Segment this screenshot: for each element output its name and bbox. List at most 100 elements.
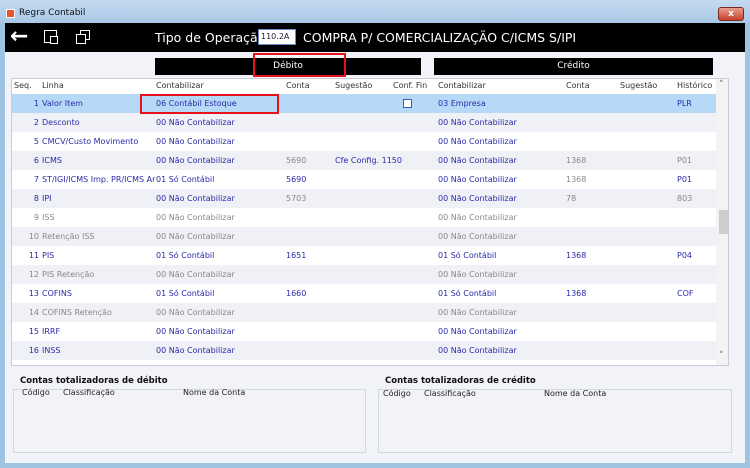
col-credito-conta[interactable]: Conta [566, 81, 590, 90]
col-contabilizar[interactable]: Contabilizar [156, 81, 204, 90]
window-title: Regra Contabil [19, 8, 86, 18]
col-sugestao[interactable]: Sugestão [335, 81, 372, 90]
contabilizar-cell: 00 Não Contabilizar [156, 118, 235, 127]
linha-cell: COFINS Retenção [42, 308, 112, 317]
contabilizar-cell: 00 Não Contabilizar [156, 270, 235, 279]
conf-fin-checkbox[interactable] [403, 99, 412, 108]
sugestao-cell: Cfe Config. 1150 [335, 156, 402, 165]
table-row[interactable]: 5 CMCV/Custo Movimento 00 Não Contabilizar… [12, 132, 716, 151]
seq-cell: 5 [33, 137, 39, 146]
table-row[interactable]: 11 PIS 01 Só Contábil 1651 01 Só Contábil 136… [12, 246, 716, 265]
table-row[interactable]: 15 IRRF 00 Não Contabilizar 00 Não Contabil… [12, 322, 716, 341]
col-credito-sugestao[interactable]: Sugestão [620, 81, 657, 90]
title-bar [0, 0, 750, 23]
credito-totalizadoras-title: Contas totalizadoras de crédito [383, 376, 538, 386]
linha-cell: ISS [42, 213, 55, 222]
linha-cell: IPI [42, 194, 52, 203]
credito-contabilizar-cell: 00 Não Contabilizar [438, 118, 517, 127]
historico-cell: PLR [677, 99, 692, 108]
table-row[interactable]: 13 COFINS 01 Só Contábil 1660 01 Só Contábil… [12, 284, 716, 303]
conta-cell: 1660 [286, 289, 307, 298]
contabilizar-cell: 00 Não Contabilizar [156, 137, 235, 146]
credito-contabilizar-cell: 00 Não Contabilizar [438, 232, 517, 241]
seq-cell: 16 [28, 346, 39, 355]
scroll-down-icon[interactable]: ˅ [719, 351, 724, 361]
table-row[interactable]: 6 ICMS 00 Não Contabilizar 5690 Cfe Config. … [12, 151, 716, 170]
table-row[interactable]: 9 ISS 00 Não Contabilizar 00 Não Contabiliz… [12, 208, 716, 227]
close-button[interactable]: x [718, 7, 744, 21]
credito-conta-cell: 78 [566, 194, 577, 203]
col-seq[interactable]: Seq. [14, 81, 32, 90]
debito-totalizadoras-group [13, 389, 366, 453]
linha-cell: PIS [42, 251, 55, 260]
historico-cell: P01 [677, 175, 693, 184]
debito-nome-header: Nome da Conta [183, 388, 246, 397]
seq-cell: 13 [28, 289, 39, 298]
credito-contabilizar-cell: 00 Não Contabilizar [438, 308, 517, 317]
historico-cell: P04 [677, 251, 693, 260]
credito-contabilizar-cell: 00 Não Contabilizar [438, 137, 517, 146]
historico-cell: COF [677, 289, 694, 298]
seq-cell: 6 [33, 156, 39, 165]
conta-cell: 5703 [286, 194, 307, 203]
col-credito-contabilizar[interactable]: Contabilizar [438, 81, 486, 90]
copy-window-icon[interactable] [76, 30, 90, 44]
contabilizar-cell: 01 Só Contábil [156, 251, 215, 260]
debito-codigo-header: Código [22, 388, 50, 397]
arrow-left-icon[interactable]: ← [10, 24, 28, 49]
contabilizar-cell: 00 Não Contabilizar [156, 194, 235, 203]
contabilizar-cell: 00 Não Contabilizar [156, 156, 235, 165]
col-historico[interactable]: Histórico [677, 81, 712, 90]
contabilizar-cell: 00 Não Contabilizar [156, 213, 235, 222]
scrollbar-thumb[interactable] [719, 210, 728, 234]
seq-cell: 2 [33, 118, 39, 127]
credito-classificacao-header: Classificação [424, 389, 476, 398]
scroll-up-icon[interactable]: ˄ [719, 80, 724, 90]
credito-conta-cell: 1368 [566, 251, 587, 260]
credito-codigo-header: Código [383, 389, 411, 398]
credito-contabilizar-cell: 00 Não Contabilizar [438, 270, 517, 279]
contabilizar-cell: 01 Só Contábil [156, 289, 215, 298]
table-row[interactable]: 7 ST/IGI/ICMS Imp. PR/ICMS Ar 01 Só Contáb… [12, 170, 716, 189]
historico-cell: P01 [677, 156, 693, 165]
credito-conta-cell: 1368 [566, 156, 587, 165]
col-conta[interactable]: Conta [286, 81, 310, 90]
col-conf-fin[interactable]: Conf. Fin [393, 81, 427, 90]
seq-cell: 11 [28, 251, 39, 260]
table-row[interactable]: 16 INSS 00 Não Contabilizar 00 Não Contabil… [12, 341, 716, 360]
table-row[interactable]: 2 Desconto 00 Não Contabilizar 00 Não Conta… [12, 113, 716, 132]
table-row[interactable]: 14 COFINS Retenção 00 Não Contabilizar 00 N… [12, 303, 716, 322]
credito-contabilizar-cell: 01 Só Contábil [438, 251, 497, 260]
contabilizar-cell: 00 Não Contabilizar [156, 232, 235, 241]
seq-cell: 12 [28, 270, 39, 279]
tipo-operacao-label: Tipo de Operação [155, 30, 266, 45]
linha-cell: COFINS [42, 289, 72, 298]
credito-header: Crédito [434, 58, 713, 75]
table-row[interactable]: 1 Valor Item 06 Contábil Estoque 03 Empresa… [12, 94, 716, 113]
linha-cell: PIS Retenção [42, 270, 95, 279]
linha-cell: Retenção ISS [42, 232, 95, 241]
credito-contabilizar-cell: 01 Só Contábil [438, 289, 497, 298]
seq-cell: 14 [28, 308, 39, 317]
table-row[interactable]: 10 Retenção ISS 00 Não Contabilizar 00 Não … [12, 227, 716, 246]
contabilizar-cell: 00 Não Contabilizar [156, 327, 235, 336]
export-icon[interactable] [44, 30, 58, 44]
col-linha[interactable]: Linha [42, 81, 64, 90]
linha-cell: ST/IGI/ICMS Imp. PR/ICMS Ar [42, 175, 156, 184]
contabilizar-cell: 00 Não Contabilizar [156, 346, 235, 355]
table-row[interactable]: 12 PIS Retenção 00 Não Contabilizar 00 Não … [12, 265, 716, 284]
tipo-operacao-input[interactable]: 110.2A [258, 29, 296, 45]
regras-grid: Seq. Linha Contabilizar Conta Sugestão C… [11, 78, 729, 366]
tipo-operacao-description: COMPRA P/ COMERCIALIZAÇÃO C/ICMS S/IPI [303, 30, 577, 45]
credito-conta-cell: 1368 [566, 175, 587, 184]
contabilizar-cell: 01 Só Contábil [156, 175, 215, 184]
seq-cell: 7 [33, 175, 39, 184]
linha-cell: IRRF [42, 327, 61, 336]
seq-cell: 1 [33, 99, 39, 108]
credito-contabilizar-cell: 00 Não Contabilizar [438, 346, 517, 355]
table-row[interactable]: 8 IPI 00 Não Contabilizar 5703 00 Não Contab… [12, 189, 716, 208]
seq-cell: 9 [33, 213, 39, 222]
linha-cell: Desconto [42, 118, 80, 127]
seq-cell: 8 [33, 194, 39, 203]
seq-cell: 10 [28, 232, 39, 241]
